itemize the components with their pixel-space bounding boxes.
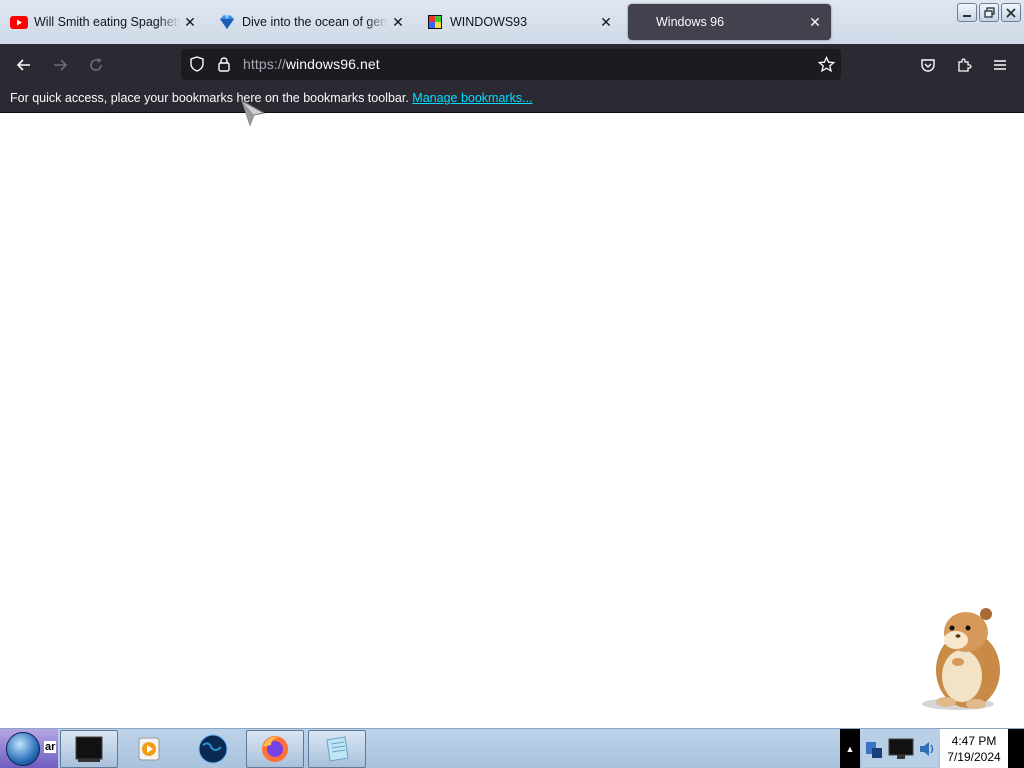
mouse-cursor-icon xyxy=(240,99,266,132)
pocket-icon xyxy=(921,59,935,72)
restore-button[interactable] xyxy=(979,3,999,22)
reload-button[interactable] xyxy=(83,52,109,78)
manage-bookmarks-link[interactable]: Manage bookmarks... xyxy=(412,91,532,105)
navigation-toolbar: https://windows96.net xyxy=(0,44,1024,85)
show-hidden-icons-button[interactable]: ▲ xyxy=(840,729,860,768)
pocket-button[interactable] xyxy=(915,52,941,78)
browser-window: Will Smith eating Spaghetti a ✕ Dive int… xyxy=(0,0,1024,768)
tab-windows93[interactable]: WINDOWS93 ✕ xyxy=(426,4,616,40)
start-button[interactable]: ar xyxy=(0,729,58,768)
tab-strip: Will Smith eating Spaghetti a ✕ Dive int… xyxy=(0,0,1024,44)
tab-will-smith[interactable]: Will Smith eating Spaghetti a ✕ xyxy=(10,4,200,40)
bookmarks-toolbar: For quick access, place your bookmarks h… xyxy=(0,85,1024,113)
close-tab-icon[interactable]: ✕ xyxy=(180,12,200,32)
taskbar: ar ▲ 4:47 PM 7/19/2024 xyxy=(0,728,1024,768)
windows93-icon xyxy=(426,13,444,31)
tab-windows96[interactable]: Windows 96 ✕ xyxy=(628,4,831,40)
youtube-icon xyxy=(10,13,28,31)
shield-icon[interactable] xyxy=(189,56,205,77)
puzzle-icon xyxy=(958,58,972,72)
back-button[interactable] xyxy=(11,52,37,78)
taskbar-firefox[interactable] xyxy=(246,730,304,768)
terminal-icon xyxy=(75,736,103,762)
forward-arrow-icon xyxy=(54,59,68,71)
taskbar-terminal[interactable] xyxy=(60,730,118,768)
back-arrow-icon xyxy=(16,59,30,71)
url-bar[interactable]: https://windows96.net xyxy=(181,49,841,80)
minimize-button[interactable] xyxy=(957,3,977,22)
forward-button[interactable] xyxy=(47,52,73,78)
tab-title: Dive into the ocean of genui xyxy=(242,15,388,29)
network-icon[interactable] xyxy=(864,738,884,760)
taskbar-media-player[interactable] xyxy=(120,730,178,768)
close-tab-icon[interactable]: ✕ xyxy=(596,12,616,32)
show-desktop-button[interactable] xyxy=(1008,729,1024,768)
start-orb-icon xyxy=(6,732,40,766)
monitor-icon[interactable] xyxy=(887,737,915,761)
reload-icon xyxy=(90,58,102,71)
system-tray xyxy=(862,731,938,767)
tab-title: Windows 96 xyxy=(656,15,725,29)
clock-date: 7/19/2024 xyxy=(947,750,1001,764)
tab-dive-into-ocean[interactable]: Dive into the ocean of genui ✕ xyxy=(218,4,408,40)
clock-time: 4:47 PM xyxy=(951,734,997,748)
lock-icon[interactable] xyxy=(217,56,231,77)
hamster-mascot-icon[interactable] xyxy=(918,604,1010,717)
volume-icon[interactable] xyxy=(918,739,936,759)
bookmark-star-icon[interactable] xyxy=(817,55,836,78)
hamburger-menu-icon xyxy=(994,60,1006,70)
close-tab-icon[interactable]: ✕ xyxy=(388,12,408,32)
url-scheme: https:// xyxy=(243,56,286,72)
tab-title: WINDOWS93 xyxy=(450,15,528,29)
page-content[interactable] xyxy=(0,113,1024,728)
start-label: ar xyxy=(44,741,57,753)
media-player-icon xyxy=(138,737,160,761)
taskbar-globe[interactable] xyxy=(184,730,242,768)
blue-gem-icon xyxy=(218,13,236,31)
tab-title: Will Smith eating Spaghetti a xyxy=(34,15,180,29)
url-text[interactable]: https://windows96.net xyxy=(243,56,380,72)
notepad-icon xyxy=(326,736,349,762)
system-clock[interactable]: 4:47 PM 7/19/2024 xyxy=(940,729,1008,768)
extensions-button[interactable] xyxy=(951,52,977,78)
close-tab-icon[interactable]: ✕ xyxy=(805,12,825,32)
bookmarks-hint-text: For quick access, place your bookmarks h… xyxy=(10,91,409,105)
taskbar-notepad[interactable] xyxy=(308,730,366,768)
globe-icon xyxy=(198,734,228,764)
window-controls xyxy=(957,3,1021,22)
firefox-icon xyxy=(262,736,288,762)
menu-button[interactable] xyxy=(987,52,1013,78)
url-host: windows96.net xyxy=(285,56,380,72)
close-window-button[interactable] xyxy=(1001,3,1021,22)
